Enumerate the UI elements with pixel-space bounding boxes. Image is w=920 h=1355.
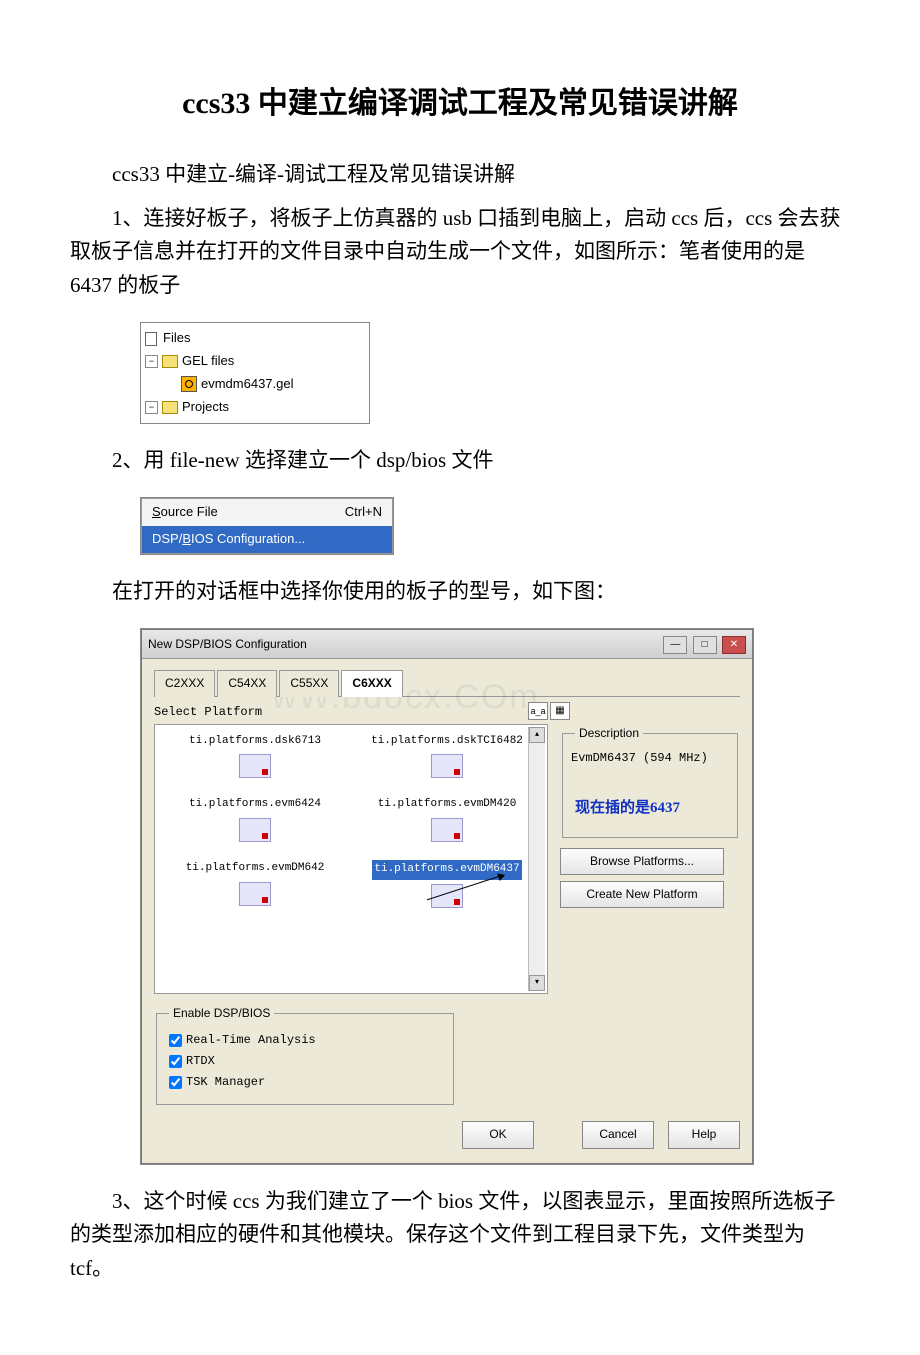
create-platform-button[interactable]: Create New Platform: [560, 881, 724, 908]
menu-shortcut: Ctrl+N: [345, 502, 382, 523]
chk-realtime[interactable]: Real-Time Analysis: [165, 1031, 445, 1050]
tab-c2xxx[interactable]: C2XXX: [154, 670, 215, 696]
annotation-note: 现在插的是6437: [575, 798, 725, 819]
tree-gel-label: GEL files: [182, 351, 234, 372]
collapse-icon[interactable]: −: [145, 355, 158, 368]
tree-gel-item-label: evmdm6437.gel: [201, 374, 294, 395]
tree-root[interactable]: Files: [145, 327, 365, 350]
menu-dsp-bios[interactable]: DSP/BIOS Configuration...: [142, 526, 392, 553]
scroll-up-icon[interactable]: ▴: [529, 727, 545, 743]
help-button[interactable]: Help: [668, 1121, 740, 1148]
platform-list[interactable]: ti.platforms.dsk6713 ti.platforms.dskTCI…: [154, 724, 548, 994]
chk-rtdx[interactable]: RTDX: [165, 1052, 445, 1071]
dialog-title-text: New DSP/BIOS Configuration: [148, 635, 307, 654]
platform-item[interactable]: ti.platforms.evm6424: [163, 796, 347, 844]
collapse-icon[interactable]: −: [145, 401, 158, 414]
enable-bios-legend: Enable DSP/BIOS: [169, 1004, 274, 1023]
maximize-button[interactable]: □: [693, 636, 717, 654]
tree-gel-folder[interactable]: − GEL files: [145, 350, 365, 373]
files-icon: [145, 332, 159, 346]
platform-item[interactable]: ti.platforms.dskTCI6482: [355, 733, 539, 781]
platform-item-selected[interactable]: ti.platforms.evmDM6437: [355, 860, 539, 910]
paragraph-4: 在打开的对话框中选择你使用的板子的型号，如下图：: [70, 575, 850, 609]
folder-icon: [162, 355, 178, 368]
checkbox[interactable]: [169, 1055, 182, 1068]
checkbox[interactable]: [169, 1076, 182, 1089]
paragraph-5: 3、这个时候 ccs 为我们建立了一个 bios 文件，以图表显示，里面按照所选…: [70, 1185, 850, 1286]
chip-icon: [431, 754, 463, 778]
close-button[interactable]: ✕: [722, 636, 746, 654]
tab-c55xx[interactable]: C55XX: [279, 670, 339, 696]
menu-source-file[interactable]: SSource Fileource File Ctrl+N: [142, 499, 392, 526]
gel-icon: [181, 376, 197, 392]
tab-bar: C2XXX C54XX C55XX C6XXX: [154, 669, 740, 696]
new-config-dialog: New DSP/BIOS Configuration — □ ✕ wW.bdoc…: [141, 629, 753, 1163]
minimize-button[interactable]: —: [663, 636, 687, 654]
tree-projects-folder[interactable]: − Projects: [145, 396, 365, 419]
view-icons-icon[interactable]: ▦: [550, 702, 570, 720]
dialog-figure: New DSP/BIOS Configuration — □ ✕ wW.bdoc…: [140, 628, 754, 1164]
menu-item-label: DSP/BIOS Configuration...: [152, 529, 305, 550]
select-platform-label: Select Platform: [154, 703, 740, 722]
tab-c6xxx[interactable]: C6XXX: [341, 670, 402, 696]
tree-gel-item[interactable]: evmdm6437.gel: [145, 373, 365, 396]
tree-projects-label: Projects: [182, 397, 229, 418]
description-legend: Description: [575, 724, 643, 743]
page-title: ccs33 中建立编译调试工程及常见错误讲解: [70, 80, 850, 128]
chk-tsk[interactable]: TSK Manager: [165, 1073, 445, 1092]
browse-platforms-button[interactable]: Browse Platforms...: [560, 848, 724, 875]
folder-icon: [162, 401, 178, 414]
checkbox[interactable]: [169, 1034, 182, 1047]
menu-item-label: SSource Fileource File: [152, 502, 218, 523]
chip-icon: [239, 818, 271, 842]
dialog-titlebar: New DSP/BIOS Configuration — □ ✕: [142, 630, 752, 659]
chip-icon: [239, 882, 271, 906]
scroll-down-icon[interactable]: ▾: [529, 975, 545, 991]
enable-bios-group: Enable DSP/BIOS Real-Time Analysis RTDX …: [156, 1004, 454, 1106]
file-tree-figure: Files − GEL files evmdm6437.gel − Projec…: [140, 322, 370, 423]
platform-item[interactable]: ti.platforms.dsk6713: [163, 733, 347, 781]
cancel-button[interactable]: Cancel: [582, 1121, 654, 1148]
chip-icon: [239, 754, 271, 778]
paragraph-2: 1、连接好板子，将板子上仿真器的 usb 口插到电脑上，启动 ccs 后，ccs…: [70, 202, 850, 303]
description-text: EvmDM6437 (594 MHz): [571, 749, 729, 768]
ok-button[interactable]: OK: [462, 1121, 534, 1148]
paragraph-1: ccs33 中建立-编译-调试工程及常见错误讲解: [70, 158, 850, 192]
description-box: Description EvmDM6437 (594 MHz) 现在插的是643…: [562, 724, 738, 838]
platform-item[interactable]: ti.platforms.evmDM420: [355, 796, 539, 844]
platform-item[interactable]: ti.platforms.evmDM642: [163, 860, 347, 910]
scrollbar[interactable]: ▴ ▾: [528, 727, 545, 991]
chip-icon: [431, 818, 463, 842]
tree-root-label: Files: [163, 328, 190, 349]
tab-c54xx[interactable]: C54XX: [217, 670, 277, 696]
paragraph-3: 2、用 file-new 选择建立一个 dsp/bios 文件: [70, 444, 850, 478]
menu-figure: SSource Fileource File Ctrl+N DSP/BIOS C…: [140, 497, 394, 555]
view-list-icon[interactable]: a_a: [528, 702, 548, 720]
